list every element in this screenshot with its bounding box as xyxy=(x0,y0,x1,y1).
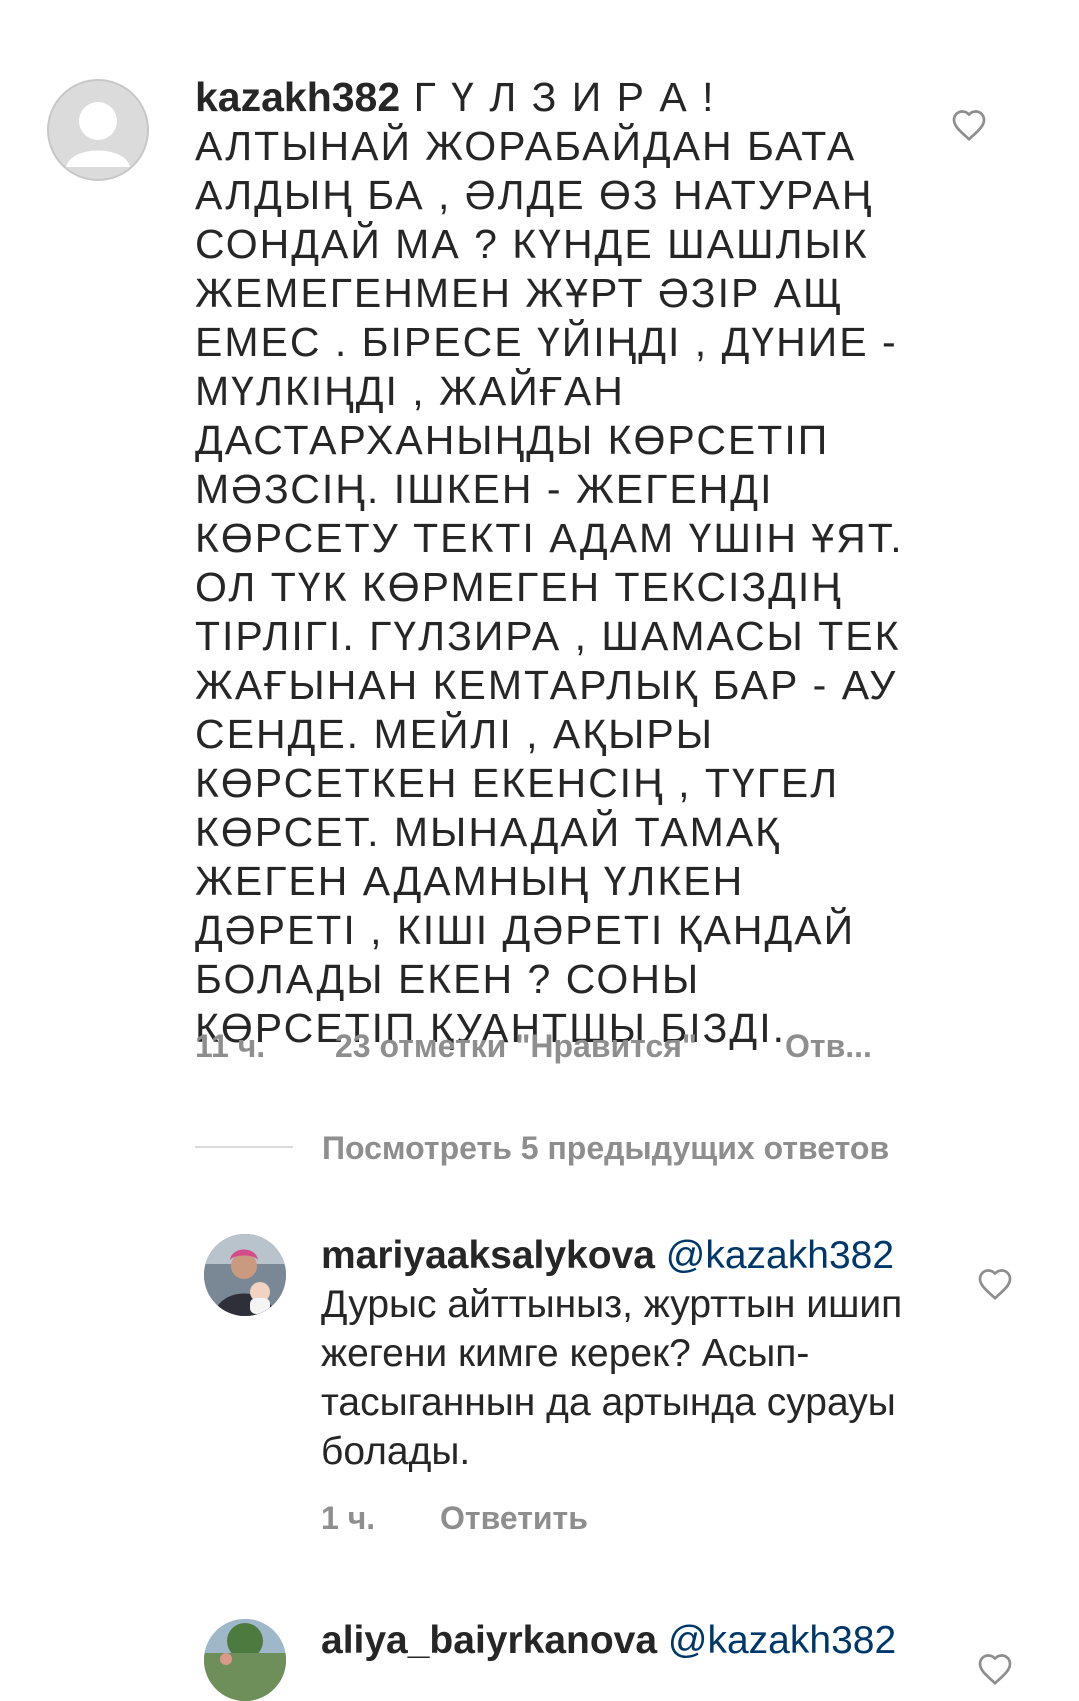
avatar[interactable] xyxy=(204,1234,286,1316)
reply-text: Дурыс айттыныз, журттын ишип жегени кимг… xyxy=(321,1283,903,1473)
comment-text: Г Ү Л З И Р А ! АЛТЫНАЙ ЖОРАБАЙДАН БАТА … xyxy=(195,74,904,1051)
reply-time: 1 ч. xyxy=(321,1500,376,1536)
reply-link[interactable]: Отв... xyxy=(785,1028,872,1065)
profile-photo xyxy=(204,1234,286,1316)
heart-outline-icon[interactable] xyxy=(977,1652,1013,1686)
profile-photo xyxy=(204,1619,286,1701)
avatar[interactable] xyxy=(204,1619,286,1701)
comment-time: 11 ч. xyxy=(195,1028,266,1064)
avatar[interactable] xyxy=(47,79,149,181)
reply-header: mariyaaksalykova @kazakh382 xyxy=(321,1231,894,1280)
comment-body: kazakh382 Г Ү Л З И Р А ! АЛТЫНАЙ ЖОРАБА… xyxy=(195,73,915,1053)
reply-mention[interactable]: @kazakh382 xyxy=(668,1619,896,1662)
reply-username[interactable]: aliya_baiyrkanova xyxy=(321,1619,657,1662)
reply-username[interactable]: mariyaaksalykova xyxy=(321,1234,655,1277)
divider-line xyxy=(195,1146,293,1148)
reply-body: Дурыс айттыныз, журттын ишип жегени кимг… xyxy=(321,1280,941,1476)
heart-outline-icon[interactable] xyxy=(977,1267,1013,1301)
reply-header: aliya_baiyrkanova @kazakh382 xyxy=(321,1616,896,1665)
comment-username[interactable]: kazakh382 xyxy=(195,74,400,120)
heart-outline-icon[interactable] xyxy=(951,108,987,142)
reply-mention[interactable]: @kazakh382 xyxy=(666,1234,894,1277)
comment-likes[interactable]: 23 отметки "Нравится" xyxy=(335,1028,697,1065)
view-replies-link[interactable]: Посмотреть 5 предыдущих ответов xyxy=(322,1130,889,1167)
reply-link[interactable]: Ответить xyxy=(440,1500,588,1537)
default-user-icon xyxy=(49,81,147,179)
